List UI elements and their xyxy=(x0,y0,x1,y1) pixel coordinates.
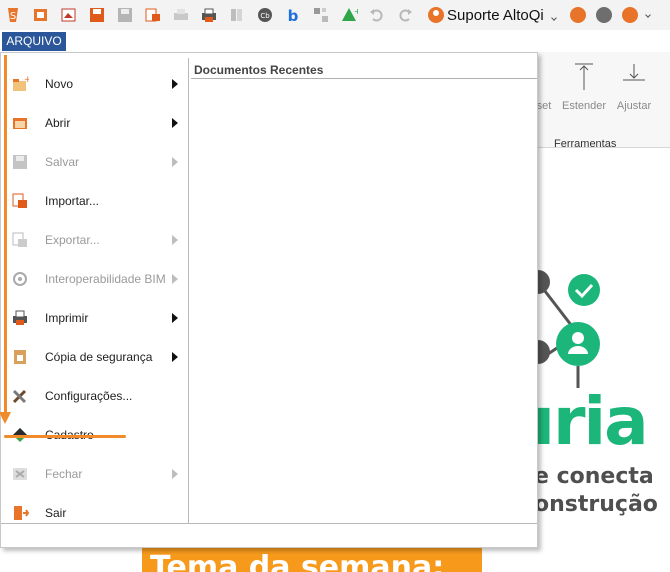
submenu-arrow-icon xyxy=(172,312,178,323)
b-icon[interactable]: b xyxy=(284,6,302,24)
submenu-arrow-icon xyxy=(172,468,178,479)
bim-icon xyxy=(11,270,29,288)
tagline-line-2: onstrução xyxy=(538,492,658,517)
ribbon-extend-button[interactable]: Estender xyxy=(562,60,606,112)
close-icon xyxy=(11,465,29,483)
menu-item-label: Cópia de segurança xyxy=(45,349,153,364)
tools-icon xyxy=(11,387,29,405)
menu-item-label: Sair xyxy=(45,505,67,520)
menu-item-fechar: Fechar xyxy=(1,454,188,493)
menu-item-label: Abrir xyxy=(45,115,71,130)
weekly-theme-banner: Tema da semana: xyxy=(142,548,482,572)
ribbon-adjust-label: Ajustar xyxy=(616,100,652,112)
submenu-arrow-icon xyxy=(172,78,178,89)
submenu-arrow-icon xyxy=(172,156,178,167)
user-avatar-icon xyxy=(428,7,444,23)
menu-item-interoperabilidade-bim: Interoperabilidade BIM xyxy=(1,259,188,298)
new-file-icon[interactable] xyxy=(32,6,50,24)
ribbon-adjust-button[interactable]: Ajustar xyxy=(612,60,656,112)
ribbon-extend-label: Estender xyxy=(562,100,607,112)
save-icon xyxy=(11,153,29,171)
user-account[interactable]: Suporte AltoQi xyxy=(428,6,557,24)
redo-icon xyxy=(396,6,414,24)
user-name: Suporte AltoQi xyxy=(447,6,544,24)
orange-action-icon[interactable] xyxy=(569,7,586,23)
grid-icon xyxy=(312,6,330,24)
menu-item-imprimir[interactable]: Imprimir xyxy=(1,298,188,337)
menu-item-configuracoes[interactable]: Configurações... xyxy=(1,376,188,415)
submenu-arrow-icon xyxy=(172,351,178,362)
export-icon xyxy=(11,231,29,249)
menu-item-label: Configurações... xyxy=(45,388,133,403)
exit-icon xyxy=(11,504,29,522)
file-menu-panel: + Novo Abrir Salvar Importar... Exportar… xyxy=(0,52,538,548)
menu-item-novo[interactable]: + Novo xyxy=(1,64,188,103)
chat-icon[interactable] xyxy=(595,7,612,23)
print-icon[interactable] xyxy=(200,6,218,24)
file-menu-commands: + Novo Abrir Salvar Importar... Exportar… xyxy=(1,58,189,523)
menu-item-importar[interactable]: Importar... xyxy=(1,181,188,220)
annotation-arrow-line xyxy=(4,55,7,417)
brand-wordmark: uria xyxy=(538,383,649,460)
recent-documents-divider xyxy=(191,78,537,79)
menu-item-label: Imprimir xyxy=(45,310,89,325)
menu-item-label: Exportar... xyxy=(45,232,100,247)
menu-item-label: Interoperabilidade BIM xyxy=(45,271,166,286)
save-icon[interactable] xyxy=(88,6,106,24)
network-graphic xyxy=(538,270,600,388)
print-preview-icon xyxy=(172,6,190,24)
svg-text:+: + xyxy=(24,75,29,85)
menu-item-label: Novo xyxy=(45,76,74,91)
annotation-arrowhead-icon xyxy=(0,412,11,424)
start-page-canvas: uria e conecta onstrução xyxy=(538,148,670,572)
svg-text:Cb: Cb xyxy=(260,12,270,20)
help-icon[interactable] xyxy=(621,7,638,23)
extend-icon xyxy=(575,63,593,90)
new-icon: + xyxy=(11,75,29,93)
ribbon-tools-group: set Estender Ajustar Ferramentas xyxy=(536,52,670,150)
tagline-line-1: e conecta xyxy=(538,464,654,489)
backup-icon xyxy=(11,348,29,366)
menu-item-label: Fechar xyxy=(45,466,83,481)
import-icon xyxy=(11,192,29,210)
cb-icon[interactable]: Cb xyxy=(256,6,274,24)
submenu-arrow-icon xyxy=(172,273,178,284)
print-icon xyxy=(11,309,29,327)
menu-item-sair[interactable]: Sair xyxy=(1,493,188,532)
menu-item-salvar: Salvar xyxy=(1,142,188,181)
submenu-arrow-icon xyxy=(172,234,178,245)
open-icon xyxy=(11,114,29,132)
weekly-theme-text: Tema da semana: xyxy=(150,550,445,572)
menu-item-exportar: Exportar... xyxy=(1,220,188,259)
recent-documents-header: Documentos Recentes xyxy=(194,63,324,77)
menu-item-label: Salvar xyxy=(45,154,80,169)
svg-text:b: b xyxy=(288,7,299,24)
menu-bottom-divider xyxy=(1,523,537,524)
submenu-arrow-icon xyxy=(172,117,178,128)
quick-access-toolbar: S Cb b + Suporte AltoQi xyxy=(0,0,670,30)
library-icon xyxy=(228,6,246,24)
save-disabled-icon xyxy=(116,6,134,24)
user-dropdown-icon[interactable] xyxy=(550,15,557,21)
menu-item-abrir[interactable]: Abrir xyxy=(1,103,188,142)
app-logo-icon[interactable]: S xyxy=(4,6,22,24)
ribbon-offset-label: set xyxy=(536,100,552,112)
menu-item-label: Importar... xyxy=(45,193,100,208)
export-icon[interactable] xyxy=(144,6,162,24)
file-tab[interactable]: ARQUIVO xyxy=(2,32,66,51)
toolbar-overflow-icon[interactable] xyxy=(644,12,651,18)
menu-item-copia-de-seguranca[interactable]: Cópia de segurança xyxy=(1,337,188,376)
open-pdf-icon[interactable] xyxy=(60,6,78,24)
svg-text:+: + xyxy=(354,7,358,16)
svg-text:S: S xyxy=(10,11,16,22)
adjust-icon xyxy=(623,64,645,81)
tree-icon[interactable]: + xyxy=(340,6,358,24)
undo-icon xyxy=(368,6,386,24)
annotation-underline xyxy=(4,435,126,438)
